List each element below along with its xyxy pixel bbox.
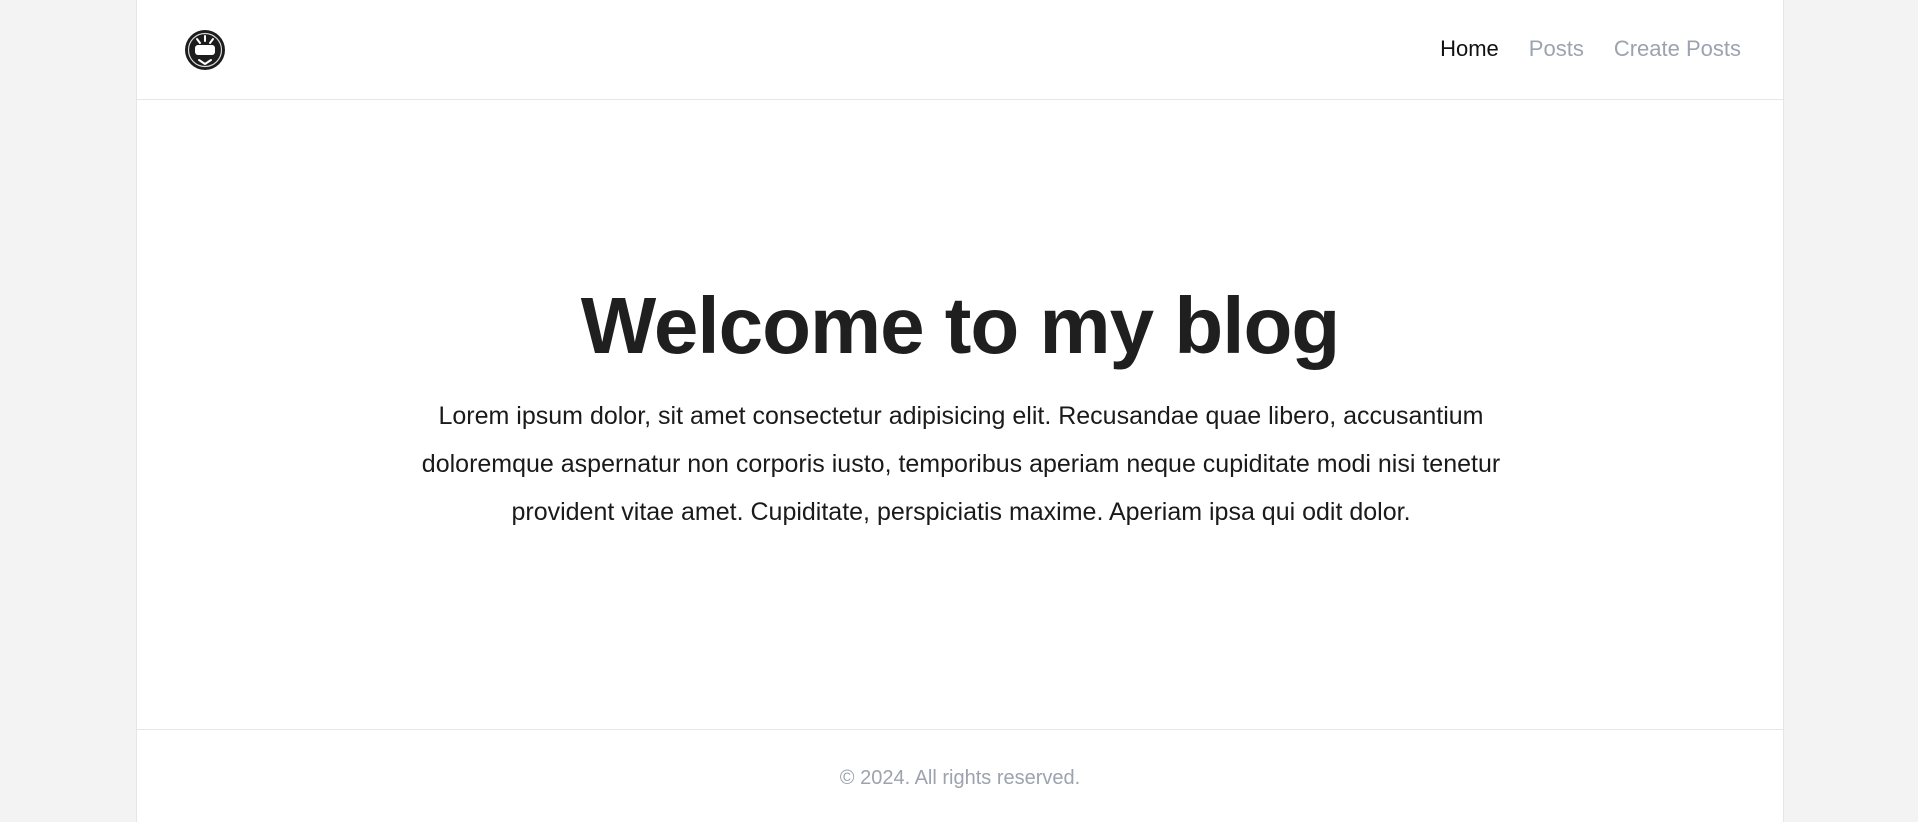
- site-header: Home Posts Create Posts: [137, 0, 1783, 100]
- site-footer: © 2024. All rights reserved.: [137, 729, 1783, 822]
- nav-create-posts-link[interactable]: Create Posts: [1614, 36, 1741, 62]
- main-navigation: Home Posts Create Posts: [1440, 36, 1741, 62]
- logo-link[interactable]: [184, 29, 226, 71]
- blog-badge-icon: [185, 30, 225, 70]
- page-container: Home Posts Create Posts Welcome to my bl…: [136, 0, 1784, 822]
- nav-posts-link[interactable]: Posts: [1529, 36, 1584, 62]
- nav-home-link[interactable]: Home: [1440, 36, 1499, 62]
- hero-description: Lorem ipsum dolor, sit amet consectetur …: [421, 402, 1501, 526]
- hero-section: Welcome to my blog Lorem ipsum dolor, si…: [137, 100, 1783, 729]
- hero-title: Welcome to my blog: [580, 281, 1340, 370]
- copyright-text: © 2024. All rights reserved.: [839, 767, 1081, 789]
